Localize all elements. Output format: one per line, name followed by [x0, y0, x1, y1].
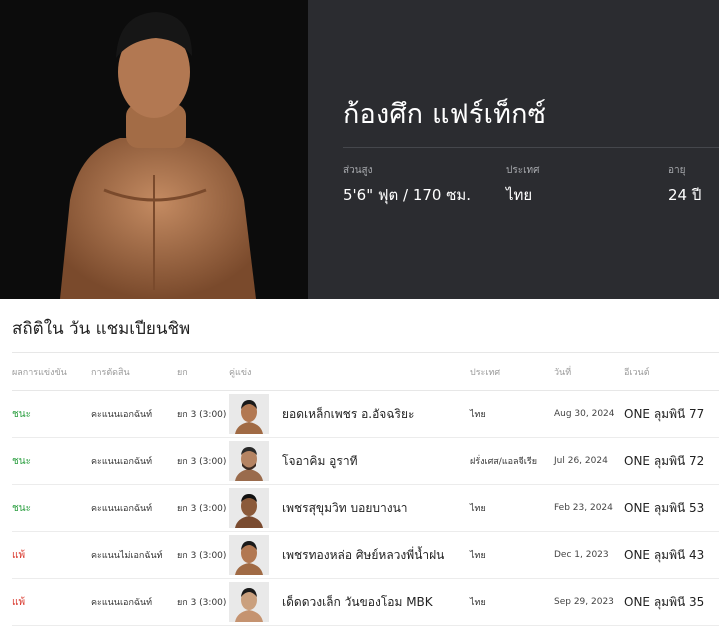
opponent-avatar-cell[interactable] [229, 484, 282, 532]
date-cell: Jul 26, 2024 [554, 437, 624, 485]
opponent-name[interactable]: ยอดเหล็กเพชร อ.อัจฉริยะ [282, 390, 470, 438]
table-row: ชนะ คะแนนเอกฉันท์ ยก 3 (3:00) โจอาคิม อู… [12, 437, 719, 485]
result-cell: ชนะ [12, 484, 91, 532]
table-row: แพ้ คะแนนเอกฉันท์ ยก 3 (3:00) เด็ดดวงเล็… [12, 578, 719, 626]
country-value: ไทย [506, 186, 533, 204]
opponent-avatar-cell[interactable] [229, 390, 282, 438]
height-label: ส่วนสูง [343, 165, 373, 176]
result-cell: แพ้ [12, 578, 91, 626]
country-cell: ไทย [470, 531, 554, 579]
opponent-avatar[interactable] [229, 441, 269, 481]
opponent-name[interactable]: เด็ดดวงเล็ก วันของโอม MBK [282, 578, 470, 626]
event-cell[interactable]: ONE ลุมพินี 53 [624, 484, 719, 532]
header-date: วันที่ [554, 352, 624, 391]
header-round: ยก [177, 352, 229, 391]
method-cell: คะแนนไม่เอกฉันท์ [91, 531, 177, 579]
event-cell[interactable]: ONE ลุมพินี 35 [624, 578, 719, 626]
round-cell: ยก 3 (3:00) [177, 484, 229, 532]
opponent-avatar-cell[interactable] [229, 437, 282, 485]
result-cell: ชนะ [12, 390, 91, 438]
opponent-avatar-cell[interactable] [229, 531, 282, 579]
result-cell: ชนะ [12, 437, 91, 485]
table-header-row: ผลการแข่งขัน การตัดสิน ยก คู่แข่ง ประเทศ… [12, 352, 719, 391]
height-value: 5'6" ฟุต / 170 ซม. [343, 186, 472, 204]
table-row: ชนะ คะแนนเอกฉันท์ ยก 3 (3:00) ยอดเหล็กเพ… [12, 390, 719, 438]
fighter-hero: ก้องศึก แฟร์เท็กซ์ ส่วนสูง 5'6" ฟุต / 17… [0, 0, 719, 299]
age-value: 24 ปี [668, 186, 702, 204]
event-cell[interactable]: ONE ลุมพินี 77 [624, 390, 719, 438]
fighter-photo [0, 0, 308, 299]
header-country: ประเทศ [470, 352, 554, 391]
country-cell: ฝรั่งเศส/แอลจีเรีย [470, 437, 554, 485]
country-label: ประเทศ [506, 165, 540, 176]
table-row: แพ้ คะแนนไม่เอกฉันท์ ยก 3 (3:00) เพชรทอง… [12, 531, 719, 579]
opponent-avatar[interactable] [229, 394, 269, 434]
round-cell: ยก 3 (3:00) [177, 390, 229, 438]
event-cell[interactable]: ONE ลุมพินี 72 [624, 437, 719, 485]
opponent-avatar[interactable] [229, 488, 269, 528]
fighter-name: ก้องศึก แฟร์เท็กซ์ [343, 99, 547, 130]
result-cell: แพ้ [12, 531, 91, 579]
header-opponent: คู่แข่ง [229, 352, 470, 391]
header-event: อีเวนต์ [624, 352, 719, 391]
method-cell: คะแนนเอกฉันท์ [91, 437, 177, 485]
opponent-name[interactable]: โจอาคิม อูราที [282, 437, 470, 485]
opponent-avatar-cell[interactable] [229, 578, 282, 626]
fighter-info-panel: ก้องศึก แฟร์เท็กซ์ ส่วนสูง 5'6" ฟุต / 17… [308, 0, 719, 299]
date-cell: Sep 29, 2023 [554, 578, 624, 626]
record-title: สถิติใน วัน แชมเปียนชิพ [12, 319, 191, 339]
country-cell: ไทย [470, 390, 554, 438]
opponent-avatar[interactable] [229, 535, 269, 575]
info-divider [343, 147, 719, 148]
date-cell: Feb 23, 2024 [554, 484, 624, 532]
date-cell: Dec 1, 2023 [554, 531, 624, 579]
method-cell: คะแนนเอกฉันท์ [91, 578, 177, 626]
date-cell: Aug 30, 2024 [554, 390, 624, 438]
header-method: การตัดสิน [91, 352, 177, 391]
round-cell: ยก 3 (3:00) [177, 578, 229, 626]
fight-record-table: ผลการแข่งขัน การตัดสิน ยก คู่แข่ง ประเทศ… [12, 352, 719, 626]
header-result: ผลการแข่งขัน [12, 352, 91, 391]
age-label: อายุ [668, 165, 686, 176]
method-cell: คะแนนเอกฉันท์ [91, 484, 177, 532]
opponent-avatar[interactable] [229, 582, 269, 622]
opponent-name[interactable]: เพชรทองหล่อ ศิษย์หลวงพี่น้ำฝน [282, 531, 470, 579]
table-row: ชนะ คะแนนเอกฉันท์ ยก 3 (3:00) เพชรสุขุมว… [12, 484, 719, 532]
opponent-name[interactable]: เพชรสุขุมวิท บอยบางนา [282, 484, 470, 532]
round-cell: ยก 3 (3:00) [177, 437, 229, 485]
round-cell: ยก 3 (3:00) [177, 531, 229, 579]
country-cell: ไทย [470, 578, 554, 626]
country-cell: ไทย [470, 484, 554, 532]
event-cell[interactable]: ONE ลุมพินี 43 [624, 531, 719, 579]
method-cell: คะแนนเอกฉันท์ [91, 390, 177, 438]
